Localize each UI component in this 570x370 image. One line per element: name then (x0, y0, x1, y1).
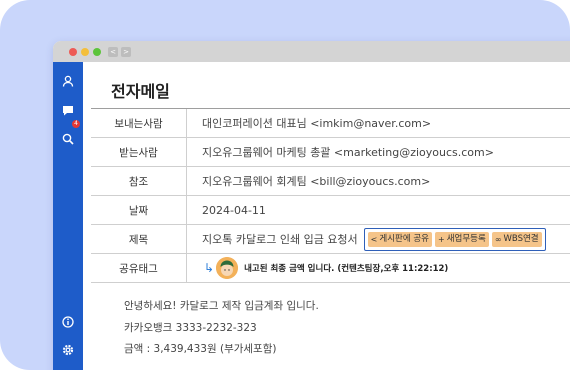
new-task-button[interactable]: + 새업무등록 (435, 231, 489, 247)
share-tag-cell: ↳ 내고된 최종 금액 입니다. (컨텐츠팀장,오후 11:22:12) (187, 254, 570, 282)
mail-body: 안녕하세요! 카달로그 제작 입금계좌 입니다. 카카오뱅크 3333-2232… (124, 296, 319, 361)
chat-badge: 4 (72, 120, 80, 128)
body-line-1: 안녕하세요! 카달로그 제작 입금계좌 입니다. (124, 300, 319, 312)
subject-label: 제목 (91, 225, 187, 253)
subject-cell: 지오톡 카달로그 인쇄 입금 요청서 < 게시판에 공유 + 새업무등록 ∞ W (187, 225, 570, 253)
action-buttons: < 게시판에 공유 + 새업무등록 ∞ WBS연결 (363, 227, 546, 251)
chat-icon[interactable] (61, 103, 75, 117)
new-task-label: 새업무등록 (446, 233, 486, 244)
app-window: < > 4 전자메일 보내는사람 대인코퍼레이션 대표님 <imkim@nave… (53, 41, 570, 370)
mail-header-table: 보내는사람 대인코퍼레이션 대표님 <imkim@naver.com> 받는사람… (91, 108, 570, 283)
board-share-label: 게시판에 공유 (379, 233, 429, 244)
back-button[interactable]: < (108, 46, 118, 57)
avatar-face-icon (216, 257, 239, 279)
share-tag-text: 내고된 최종 금액 입니다. (컨텐츠팀장,오후 11:22:12) (244, 264, 449, 274)
cc-row: 참조 지오유그룹웨어 회계팀 <bill@zioyoucs.com> (91, 167, 570, 196)
from-row: 보내는사람 대인코퍼레이션 대표님 <imkim@naver.com> (91, 109, 570, 138)
reply-arrow-icon: ↳ (204, 261, 215, 275)
to-row: 받는사람 지오유그룹웨어 마케팅 총괄 <marketing@zioyoucs.… (91, 138, 570, 167)
gear-icon[interactable] (61, 343, 75, 357)
subject-value: 지오톡 카달로그 인쇄 입금 요청서 (202, 233, 358, 246)
maximize-dot[interactable] (93, 47, 101, 56)
minimize-dot[interactable] (81, 47, 89, 56)
subject-row: 제목 지오톡 카달로그 인쇄 입금 요청서 < 게시판에 공유 + 새업무등록 (91, 225, 570, 254)
window-titlebar: < > (53, 41, 570, 62)
user-icon[interactable] (61, 74, 75, 88)
body-line-3: 금액 : 3,439,433원 (부가세포함) (124, 343, 277, 355)
cc-label: 참조 (91, 167, 187, 195)
sidebar: 4 (53, 62, 83, 370)
to-value[interactable]: 지오유그룹웨어 마케팅 총괄 <marketing@zioyoucs.com> (187, 138, 570, 166)
board-share-button[interactable]: < 게시판에 공유 (367, 231, 432, 247)
link-icon: ∞ (494, 234, 502, 244)
forward-button[interactable]: > (121, 46, 131, 57)
info-icon[interactable] (61, 315, 75, 329)
body-line-2: 카카오뱅크 3333-2232-323 (124, 321, 257, 334)
share-tag-row: 공유태그 ↳ 내고된 최종 금액 입니다. (컨텐츠팀장,오후 11:22:12… (91, 254, 570, 283)
date-value: 2024-04-11 (202, 203, 266, 217)
close-dot[interactable] (69, 47, 77, 56)
share-icon: < (370, 234, 378, 244)
date-row: 날짜 2024-04-11 (91, 196, 570, 225)
to-label: 받는사람 (91, 138, 187, 166)
from-label: 보내는사람 (91, 109, 187, 137)
wbs-link-button[interactable]: ∞ WBS연결 (491, 231, 542, 247)
wbs-link-label: WBS연결 (503, 233, 539, 244)
date-label: 날짜 (91, 196, 187, 224)
avatar[interactable] (216, 257, 239, 279)
cc-value[interactable]: 지오유그룹웨어 회계팀 <bill@zioyoucs.com> (187, 167, 570, 195)
from-value[interactable]: 대인코퍼레이션 대표님 <imkim@naver.com> (187, 109, 570, 137)
search-icon[interactable] (61, 132, 75, 146)
main-content: 전자메일 보내는사람 대인코퍼레이션 대표님 <imkim@naver.com>… (83, 62, 570, 370)
page-title: 전자메일 (111, 82, 170, 101)
plus-icon: + (438, 234, 445, 244)
share-tag-label: 공유태그 (91, 254, 187, 282)
